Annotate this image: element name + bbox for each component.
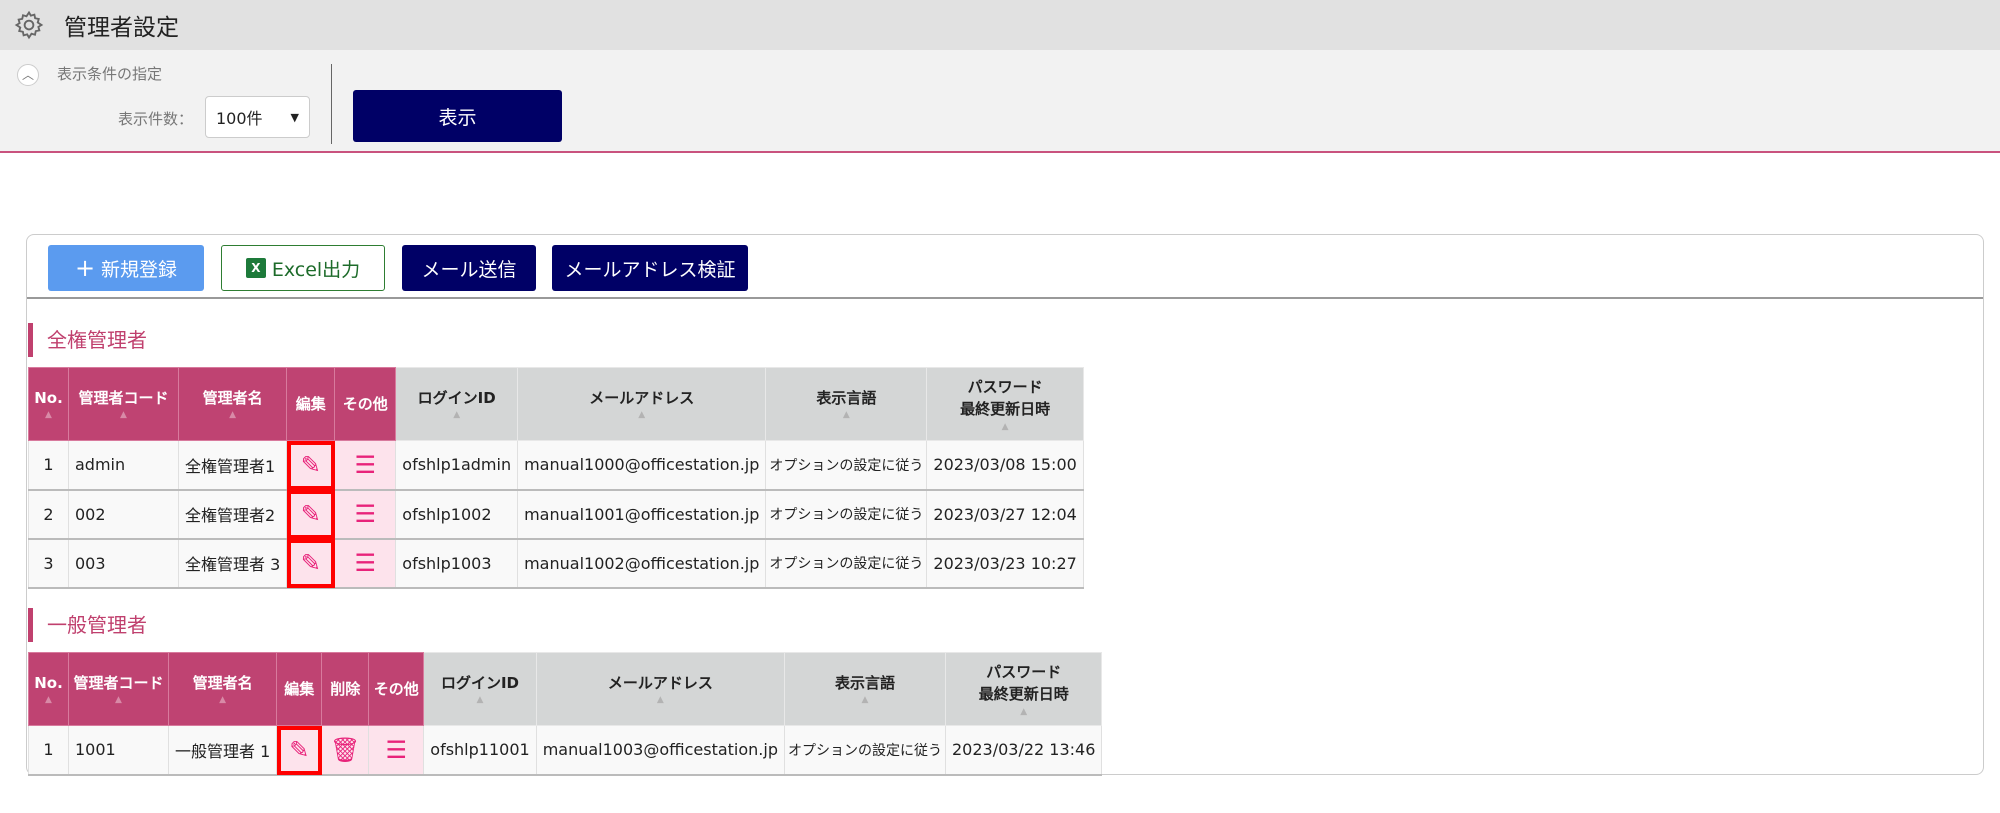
- table-row: 1 admin 全権管理者1 ✎ ☰ ofshlp1admin manual1000@off…: [28, 440, 1084, 491]
- col-edit: 編集: [286, 367, 336, 441]
- cell-updated: 2023/03/22 13:46: [944, 725, 1103, 776]
- count-value: 100件: [216, 109, 263, 128]
- col-code[interactable]: 管理者コード ▲: [68, 652, 169, 726]
- excel-export-label: Excel出力: [271, 258, 361, 281]
- col-email[interactable]: メールアドレス ▲: [535, 652, 785, 726]
- filter-section-title[interactable]: 表示条件の指定: [57, 63, 162, 84]
- chevron-up-icon[interactable]: ︿: [17, 64, 39, 86]
- col-login-id[interactable]: ログインID ▲: [423, 652, 537, 726]
- delete-button[interactable]: 🗑: [321, 725, 370, 776]
- col-email[interactable]: メールアドレス ▲: [517, 367, 767, 441]
- cell-code: 003: [68, 538, 179, 589]
- count-label: 表示件数：: [118, 110, 194, 128]
- excel-icon: X: [245, 258, 266, 278]
- col-other: その他: [368, 652, 425, 726]
- excel-export-button[interactable]: X Excel出力: [221, 245, 385, 291]
- admin-list-card: + 新規登録 X Excel出力 メール送信 メールアドレス検証 全権管理者 No.…: [26, 234, 1984, 776]
- divider: [331, 64, 332, 144]
- new-register-button[interactable]: + 新規登録: [48, 245, 204, 291]
- full-admins-table: No. ▲ 管理者コード ▲ 管理者名 ▲ 編集 その他 ログインID ▲ メールアドレ…: [28, 367, 1084, 589]
- col-password-updated[interactable]: パスワード 最終更新日時 ▲: [926, 367, 1084, 441]
- menu-icon: ☰: [354, 450, 377, 479]
- section-title-general-admins: 一般管理者: [28, 608, 147, 642]
- table-row: 1 1001 一般管理者 1 ✎ 🗑 ☰ ofshlp11001 manual1003@off…: [28, 725, 1103, 776]
- cell-login-id: ofshlp1003: [395, 538, 519, 589]
- edit-button[interactable]: ✎: [276, 725, 323, 776]
- col-edit: 編集: [276, 652, 323, 726]
- cell-name: 一般管理者 1: [167, 725, 278, 776]
- table-row: 3 003 全権管理者 3 ✎ ☰ ofshlp1003 manual1002@office…: [28, 538, 1084, 589]
- other-menu-button[interactable]: ☰: [334, 440, 397, 491]
- other-menu-button[interactable]: ☰: [368, 725, 425, 776]
- cell-code: admin: [68, 440, 179, 491]
- cell-updated: 2023/03/27 12:04: [926, 489, 1084, 540]
- col-language[interactable]: 表示言語 ▲: [783, 652, 946, 726]
- pencil-icon: ✎: [300, 450, 321, 479]
- col-no[interactable]: No. ▲: [28, 367, 69, 441]
- menu-icon: ☰: [354, 500, 377, 528]
- cell-email: manual1003@officestation.jp: [535, 725, 785, 776]
- cell-no: 1: [28, 440, 69, 491]
- col-login-id[interactable]: ログインID ▲: [395, 367, 519, 441]
- cell-email: manual1000@officestation.jp: [517, 440, 767, 491]
- col-code[interactable]: 管理者コード ▲: [68, 367, 179, 441]
- cell-language: オプションの設定に従う: [783, 725, 946, 776]
- pencil-icon: ✎: [300, 500, 321, 528]
- cell-updated: 2023/03/23 10:27: [926, 538, 1084, 589]
- cell-language: オプションの設定に従う: [765, 538, 928, 589]
- cell-name: 全権管理者 3: [177, 538, 288, 589]
- page-header: 管理者設定: [0, 0, 2000, 50]
- menu-icon: ☰: [354, 549, 377, 577]
- pencil-icon: ✎: [300, 549, 321, 577]
- cell-email: manual1001@officestation.jp: [517, 489, 767, 540]
- filter-panel: ︿ 表示条件の指定 表示件数： 100件 ▼ 表示: [0, 50, 2000, 153]
- general-admins-table: No. ▲ 管理者コード ▲ 管理者名 ▲ 編集 削除 その他 ログインID ▲ メール…: [28, 652, 1103, 776]
- caret-down-icon: ▼: [290, 110, 299, 124]
- menu-icon: ☰: [385, 735, 408, 764]
- cell-name: 全権管理者2: [177, 489, 288, 540]
- section-title-full-admins: 全権管理者: [28, 323, 147, 357]
- col-password-updated[interactable]: パスワード 最終更新日時 ▲: [944, 652, 1103, 726]
- cell-login-id: ofshlp11001: [423, 725, 537, 776]
- edit-button[interactable]: ✎: [286, 440, 336, 491]
- cell-login-id: ofshlp1002: [395, 489, 519, 540]
- col-other: その他: [334, 367, 397, 441]
- new-register-label: 新規登録: [101, 258, 178, 281]
- pencil-icon: ✎: [289, 735, 310, 764]
- col-name[interactable]: 管理者名 ▲: [167, 652, 278, 726]
- cell-updated: 2023/03/08 15:00: [926, 440, 1084, 491]
- cell-no: 1: [28, 725, 69, 776]
- verify-email-button[interactable]: メールアドレス検証: [552, 245, 748, 291]
- cell-language: オプションの設定に従う: [765, 489, 928, 540]
- cell-email: manual1002@officestation.jp: [517, 538, 767, 589]
- cell-no: 3: [28, 538, 69, 589]
- cell-code: 002: [68, 489, 179, 540]
- other-menu-button[interactable]: ☰: [334, 538, 397, 589]
- show-button[interactable]: 表示: [353, 90, 562, 142]
- col-name[interactable]: 管理者名 ▲: [177, 367, 288, 441]
- cell-name: 全権管理者1: [177, 440, 288, 491]
- send-mail-button[interactable]: メール送信: [402, 245, 536, 291]
- cell-login-id: ofshlp1admin: [395, 440, 519, 491]
- edit-button[interactable]: ✎: [286, 538, 336, 589]
- toolbar: + 新規登録 X Excel出力 メール送信 メールアドレス検証: [27, 235, 1983, 299]
- table-row: 2 002 全権管理者2 ✎ ☰ ofshlp1002 manual1001@offices…: [28, 489, 1084, 540]
- edit-button[interactable]: ✎: [286, 489, 336, 540]
- count-select[interactable]: 100件 ▼: [205, 96, 310, 138]
- col-delete: 削除: [321, 652, 370, 726]
- other-menu-button[interactable]: ☰: [334, 489, 397, 540]
- col-language[interactable]: 表示言語 ▲: [765, 367, 928, 441]
- trash-icon: 🗑: [330, 735, 361, 764]
- cell-no: 2: [28, 489, 69, 540]
- col-no[interactable]: No. ▲: [28, 652, 69, 726]
- gear-icon: [14, 10, 44, 40]
- cell-language: オプションの設定に従う: [765, 440, 928, 491]
- cell-code: 1001: [68, 725, 169, 776]
- page-title: 管理者設定: [64, 15, 179, 41]
- plus-icon: +: [74, 254, 96, 282]
